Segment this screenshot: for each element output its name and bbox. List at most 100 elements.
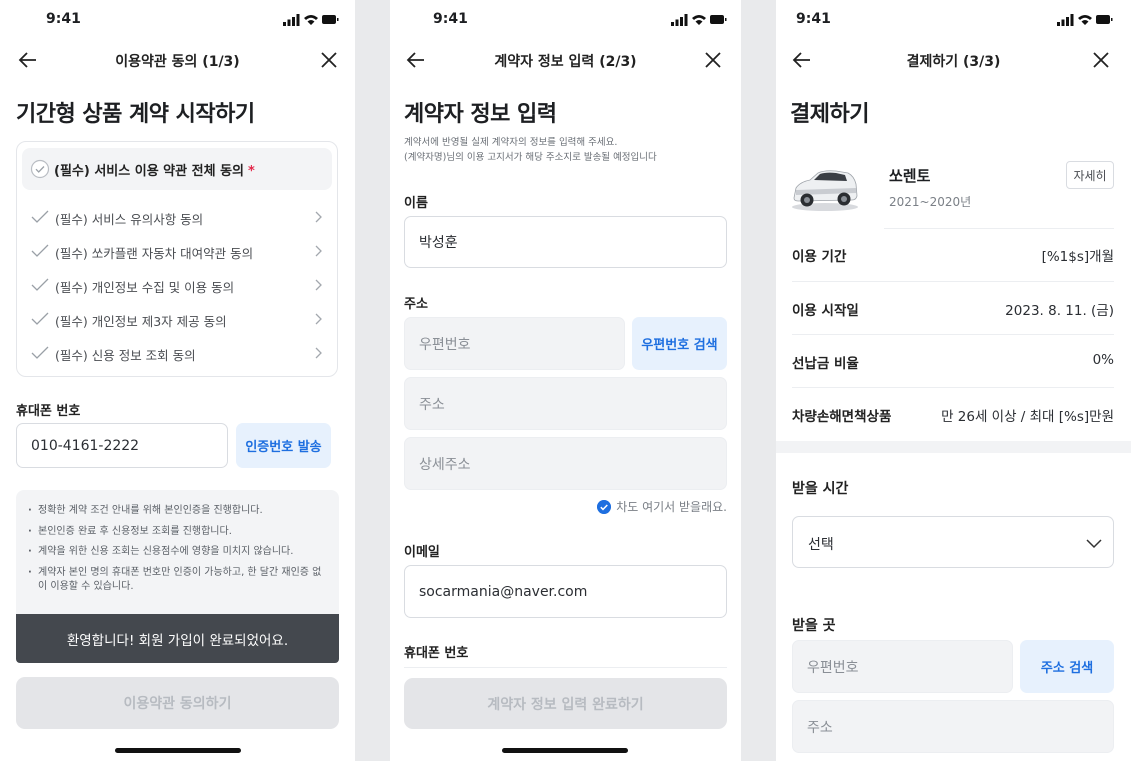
- email-input[interactable]: socarmania@naver.com: [404, 565, 727, 618]
- receive-place-label: 받을 곳: [792, 618, 836, 634]
- phone-input[interactable]: 010-4161-2222: [16, 423, 228, 468]
- term-item-third-party[interactable]: (필수) 개인정보 제3자 제공 동의: [17, 304, 337, 334]
- term-label: (필수) 서비스 유의사항 동의: [55, 212, 204, 227]
- info-value: [%1$s]개월: [1041, 249, 1114, 265]
- car-year: 2021~2020년: [889, 195, 972, 209]
- notice-item: 계약자 본인 명의 휴대폰 번호만 인증이 가능하고, 한 달간 재인증 없이 …: [28, 566, 327, 594]
- info-row-damage-waiver: 차량손해면책상품 만 26세 이상 / 최대 [%s]만원: [792, 387, 1114, 440]
- detail-address-placeholder: 상세주소: [419, 456, 471, 473]
- zipcode-search-button[interactable]: 우편번호 검색: [632, 317, 727, 370]
- status-time: 9:41: [433, 11, 468, 27]
- address-input[interactable]: 주소: [404, 377, 727, 430]
- page-title: 기간형 상품 계약 시작하기: [16, 102, 255, 127]
- check-icon: [31, 244, 49, 257]
- receive-time-label: 받을 시간: [792, 481, 849, 497]
- term-label: (필수) 쏘카플랜 자동차 대여약관 동의: [55, 246, 254, 261]
- info-row-start-date: 이용 시작일 2023. 8. 11. (금): [792, 281, 1114, 334]
- nav-bar: 결제하기 (3/3): [776, 44, 1131, 76]
- status-time: 9:41: [46, 11, 81, 27]
- screen-payment: 9:41 결제하기 (3/3) 결제하기 쏘렌토 2021~2020년 자세히 …: [776, 0, 1131, 761]
- terms-list: (필수) 서비스 이용 약관 전체 동의 * (필수) 서비스 유의사항 동의 (…: [16, 141, 338, 377]
- car-name: 쏘렌토: [889, 167, 931, 185]
- info-key: 이용 시작일: [792, 303, 859, 319]
- description: 계약서에 반영될 실제 계약자의 정보를 입력해 주세요. (계약자명)님의 이…: [404, 135, 657, 165]
- notice-item: 계약을 위한 신용 조회는 신용점수에 영향을 미치지 않습니다.: [28, 545, 327, 559]
- term-item-service-notice[interactable]: (필수) 서비스 유의사항 동의: [17, 202, 337, 232]
- home-indicator: [115, 748, 241, 753]
- chevron-down-icon: [1086, 539, 1102, 549]
- required-mark: *: [248, 164, 255, 179]
- chevron-right-icon: [315, 313, 322, 325]
- info-row-prepay-ratio: 선납금 비율 0%: [792, 334, 1114, 387]
- complete-info-button[interactable]: 계약자 정보 입력 완료하기: [404, 678, 727, 729]
- info-value: 0%: [1092, 352, 1114, 368]
- zipcode-input[interactable]: 우편번호: [792, 640, 1013, 693]
- description-line: 계약서에 반영될 실제 계약자의 정보를 입력해 주세요.: [404, 137, 618, 148]
- term-item-rental-terms[interactable]: (필수) 쏘카플랜 자동차 대여약관 동의: [17, 236, 337, 266]
- send-code-button[interactable]: 인증번호 발송: [236, 423, 331, 468]
- info-key: 선납금 비율: [792, 356, 859, 372]
- info-key: 차량손해면책상품: [792, 409, 892, 425]
- check-icon: [31, 346, 49, 359]
- status-icons: [1057, 14, 1113, 26]
- nav-title: 결제하기 (3/3): [906, 54, 1001, 70]
- car-detail-button[interactable]: 자세히: [1066, 161, 1114, 189]
- receive-car-here-checkbox[interactable]: 차도 여기서 받을래요.: [597, 498, 727, 515]
- info-key: 이용 기간: [792, 249, 847, 265]
- home-indicator: [502, 748, 628, 753]
- status-icons: [671, 14, 727, 26]
- name-value: 박성훈: [419, 235, 458, 251]
- agree-terms-button[interactable]: 이용약관 동의하기: [16, 677, 339, 729]
- receive-time-select[interactable]: 선택: [792, 516, 1114, 568]
- nav-bar: 이용약관 동의 (1/3): [0, 44, 355, 76]
- check-icon: [31, 312, 49, 325]
- term-label: (필수) 개인정보 수집 및 이용 동의: [55, 280, 235, 295]
- status-bar: 9:41: [0, 10, 355, 30]
- address-search-button[interactable]: 주소 검색: [1020, 640, 1114, 693]
- receive-car-here-label: 차도 여기서 받을래요.: [616, 500, 727, 514]
- name-label: 이름: [404, 196, 428, 211]
- chevron-right-icon: [315, 211, 322, 223]
- address-placeholder: 주소: [807, 719, 833, 736]
- info-value: 2023. 8. 11. (금): [1005, 303, 1114, 319]
- page-title: 결제하기: [790, 102, 869, 127]
- status-bar: 9:41: [776, 10, 1131, 30]
- page-title: 계약자 정보 입력: [404, 102, 557, 127]
- close-icon[interactable]: [1089, 48, 1113, 72]
- status-icons: [283, 14, 339, 26]
- nav-title: 이용약관 동의 (1/3): [115, 54, 240, 70]
- address-input[interactable]: 주소: [792, 700, 1114, 753]
- zipcode-placeholder: 우편번호: [807, 659, 859, 676]
- term-item-privacy-collect[interactable]: (필수) 개인정보 수집 및 이용 동의: [17, 270, 337, 300]
- notice-item: 본인인증 완료 후 신용정보 조회를 진행합니다.: [28, 525, 327, 539]
- check-circle-icon: [30, 159, 50, 179]
- term-label: (필수) 개인정보 제3자 제공 동의: [55, 314, 227, 329]
- toast-message: 환영합니다! 회원 가입이 완료되었어요.: [16, 614, 339, 663]
- phone-value: 010-4161-2222: [31, 437, 140, 454]
- close-icon[interactable]: [701, 48, 725, 72]
- section-separator: [776, 441, 1131, 453]
- name-input[interactable]: 박성훈: [404, 216, 727, 268]
- chevron-right-icon: [315, 279, 322, 291]
- divider: [404, 667, 727, 668]
- notice-item: 정확한 계약 조건 안내를 위해 본인인증을 진행합니다.: [28, 504, 327, 518]
- nav-bar: 계약자 정보 입력 (2/3): [390, 44, 741, 76]
- status-time: 9:41: [796, 11, 831, 27]
- close-icon[interactable]: [317, 48, 341, 72]
- status-bar: 9:41: [390, 10, 741, 30]
- zipcode-input[interactable]: 우편번호: [404, 317, 625, 370]
- check-circle-icon: [597, 499, 612, 514]
- check-icon: [31, 278, 49, 291]
- car-image: [792, 170, 858, 211]
- email-label: 이메일: [404, 545, 440, 560]
- description-line: (계약자명)님의 이용 고지서가 해당 주소지로 발송될 예정입니다: [404, 152, 657, 163]
- term-label: (필수) 신용 정보 조회 동의: [55, 348, 196, 363]
- detail-address-input[interactable]: 상세주소: [404, 437, 727, 490]
- zipcode-placeholder: 우편번호: [419, 336, 471, 353]
- terms-all-agree[interactable]: (필수) 서비스 이용 약관 전체 동의 *: [22, 148, 332, 190]
- terms-all-label: (필수) 서비스 이용 약관 전체 동의: [54, 164, 244, 179]
- term-item-credit-check[interactable]: (필수) 신용 정보 조회 동의: [17, 338, 337, 368]
- phone-label: 휴대폰 번호: [16, 404, 81, 419]
- nav-title: 계약자 정보 입력 (2/3): [494, 54, 637, 70]
- screen-contractor-info: 9:41 계약자 정보 입력 (2/3) 계약자 정보 입력 계약서에 반영될 …: [390, 0, 741, 761]
